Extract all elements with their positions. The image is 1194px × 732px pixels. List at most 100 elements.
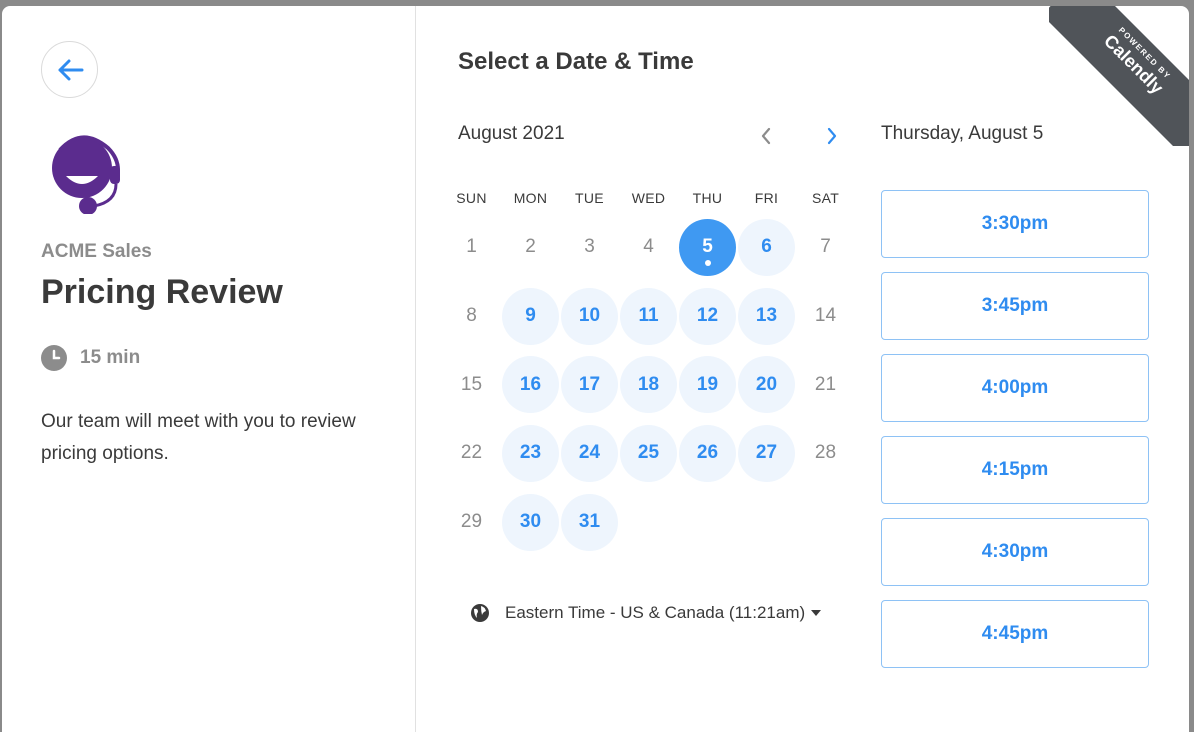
scheduling-card: ACME Sales Pricing Review 15 min Our tea…	[2, 6, 1189, 732]
calendar-day-24[interactable]: 24	[560, 419, 619, 488]
day-number: 18	[620, 356, 677, 414]
day-number: 30	[502, 493, 559, 551]
day-number-text: 10	[578, 305, 601, 327]
day-number-text: 21	[814, 373, 837, 395]
day-number-text: 13	[755, 305, 778, 327]
calendar-day-16[interactable]: 16	[501, 350, 560, 419]
calendar-grid: SUN MON TUE WED THU FRI SAT 1 2 3 4 5 6 7 8 9 10 11 12 13 1…	[442, 186, 856, 556]
month-label: August 2021	[458, 123, 565, 144]
day-number: 28	[797, 425, 854, 482]
chevron-left-icon	[761, 127, 771, 145]
day-number-text: 29	[460, 511, 483, 533]
day-number: 19	[679, 356, 736, 414]
day-number-text: 8	[466, 305, 477, 327]
day-number: 22	[443, 425, 500, 482]
day-number: 7	[797, 219, 854, 276]
calendar-day-22: 22	[442, 419, 501, 488]
day-number: 8	[443, 288, 500, 345]
event-title: Pricing Review	[41, 273, 283, 311]
calendar-day-29: 29	[442, 488, 501, 557]
calendar-day-21: 21	[796, 350, 855, 419]
day-number: 15	[443, 356, 500, 413]
organization-logo	[52, 135, 120, 214]
day-number-text: 9	[525, 305, 536, 327]
day-number: 10	[561, 287, 618, 345]
page-title: Select a Date & Time	[458, 48, 694, 75]
organization-name: ACME Sales	[41, 241, 152, 262]
clock-icon	[41, 345, 67, 371]
duration-text: 15 min	[80, 347, 141, 368]
selected-date-label: Thursday, August 5	[881, 123, 1044, 144]
calendar-day-11[interactable]: 11	[619, 282, 678, 351]
calendar-day-20[interactable]: 20	[737, 350, 796, 419]
day-number-text: 17	[578, 373, 601, 395]
day-number-text: 26	[696, 442, 719, 464]
calendar-day-18[interactable]: 18	[619, 350, 678, 419]
globe-icon	[471, 604, 489, 622]
weekday-label: TUE	[575, 190, 604, 206]
weekday-label: WED	[631, 190, 666, 206]
calendar-day-13[interactable]: 13	[737, 282, 796, 351]
calendar-day-17[interactable]: 17	[560, 350, 619, 419]
day-number-text: 6	[761, 236, 772, 258]
time-slot-button[interactable]: 3:30pm	[881, 190, 1149, 258]
timezone-label: Eastern Time - US & Canada (11:21am)	[505, 603, 806, 622]
day-number: 13	[738, 287, 795, 345]
calendar-day-26[interactable]: 26	[678, 419, 737, 488]
calendar-day-3: 3	[560, 213, 619, 282]
day-number: 27	[738, 424, 795, 482]
weekday-label: SUN	[456, 190, 487, 206]
day-number: 11	[620, 287, 677, 345]
day-number-text: 22	[460, 442, 483, 464]
day-number: 3	[561, 219, 618, 276]
chevron-right-icon	[827, 127, 837, 145]
calendar-day-14: 14	[796, 282, 855, 351]
next-month-button[interactable]	[814, 118, 850, 154]
powered-by-badge[interactable]: POWERED BY Calendly	[1049, 6, 1189, 146]
calendar-day-10[interactable]: 10	[560, 282, 619, 351]
day-number: 2	[502, 219, 559, 276]
day-number-text: 2	[525, 236, 536, 258]
day-number: 12	[679, 287, 736, 345]
time-slot-button[interactable]: 4:30pm	[881, 518, 1149, 586]
calendar-day-19[interactable]: 19	[678, 350, 737, 419]
day-number: 20	[738, 356, 795, 414]
day-number-text: 11	[638, 305, 659, 327]
weekday-label: MON	[513, 190, 548, 206]
day-number: 5	[679, 218, 736, 276]
calendar-day-23[interactable]: 23	[501, 419, 560, 488]
calendar-day-6[interactable]: 6	[737, 213, 796, 282]
day-number: 16	[502, 356, 559, 414]
calendar-day-15: 15	[442, 350, 501, 419]
time-slot-button[interactable]: 4:00pm	[881, 354, 1149, 422]
day-number-text: 27	[755, 442, 778, 464]
event-description: Our team will meet with you to review pr…	[41, 411, 356, 464]
day-number: 26	[679, 424, 736, 482]
time-slot-button[interactable]: 3:45pm	[881, 272, 1149, 340]
day-number-text: 30	[519, 511, 542, 533]
calendar-day-12[interactable]: 12	[678, 282, 737, 351]
day-number-text: 20	[755, 373, 778, 395]
calendar-day-31[interactable]: 31	[560, 488, 619, 557]
day-number-text: 19	[696, 373, 719, 395]
day-number-text: 4	[643, 236, 654, 258]
time-slot-list: 3:30pm 3:45pm 4:00pm 4:15pm 4:30pm 4:45pm	[881, 190, 1149, 682]
calendar-day-30[interactable]: 30	[501, 488, 560, 557]
calendar-day-25[interactable]: 25	[619, 419, 678, 488]
calendar-day-27[interactable]: 27	[737, 419, 796, 488]
calendar-day-7: 7	[796, 213, 855, 282]
duration-row: 15 min	[41, 345, 140, 371]
timezone-selector[interactable]: Eastern Time - US & Canada (11:21am)	[470, 603, 822, 623]
calendar-day-4: 4	[619, 213, 678, 282]
day-number-text: 28	[814, 442, 837, 464]
powered-by-ribbon[interactable]: POWERED BY Calendly	[1049, 6, 1189, 146]
calendar-day-9[interactable]: 9	[501, 282, 560, 351]
time-slot-button[interactable]: 4:45pm	[881, 600, 1149, 668]
calendar-day-5[interactable]: 5	[678, 213, 737, 282]
time-slot-button[interactable]: 4:15pm	[881, 436, 1149, 504]
day-number-text: 25	[637, 442, 660, 464]
back-button[interactable]	[41, 41, 98, 98]
previous-month-button[interactable]	[748, 118, 784, 154]
today-dot-indicator	[704, 259, 711, 266]
day-number-text: 16	[519, 373, 542, 395]
